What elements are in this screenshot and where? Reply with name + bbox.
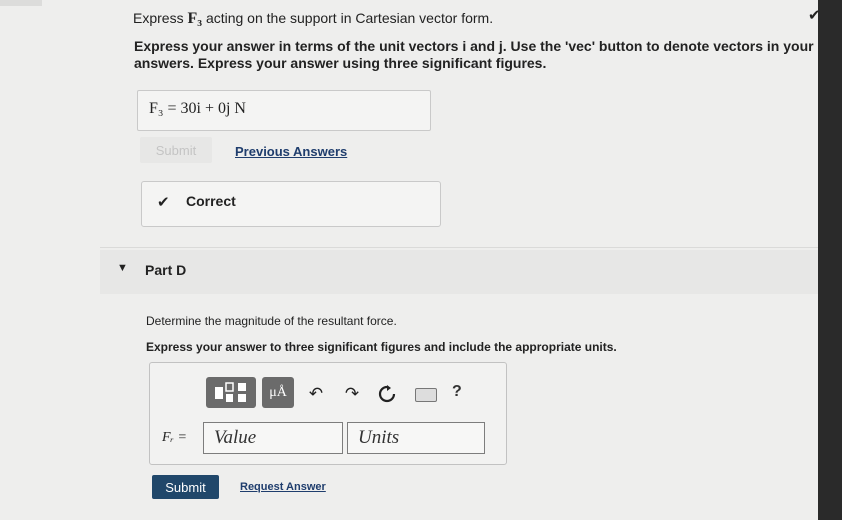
top-strip (0, 0, 42, 6)
part-complete-check-icon: ✔ (808, 7, 821, 24)
reset-icon[interactable] (377, 384, 397, 404)
section-divider (100, 247, 818, 248)
checkmark-icon: ✔ (157, 194, 170, 211)
value-input[interactable] (203, 422, 343, 454)
part-d-instruction: Express your answer to three significant… (146, 340, 617, 354)
undo-icon[interactable]: ↶ (306, 384, 326, 404)
reset-arrow-svg (378, 385, 396, 403)
correct-label: Correct (186, 193, 236, 209)
templates-button[interactable] (206, 377, 256, 408)
part-d-header[interactable] (100, 250, 818, 294)
keyboard-icon[interactable] (415, 388, 437, 402)
collapse-caret-icon[interactable]: ▼ (117, 262, 128, 274)
screen-edge (818, 0, 842, 520)
redo-icon[interactable]: ↷ (342, 384, 362, 404)
help-button[interactable]: ? (452, 383, 462, 401)
request-answer-link[interactable]: Request Answer (240, 481, 326, 493)
previous-answers-link[interactable]: Previous Answers (235, 144, 347, 159)
part-d-submit-button[interactable]: Submit (152, 475, 219, 499)
part-c-instruction: Express your answer in terms of the unit… (134, 38, 814, 71)
correct-feedback: ✔ Correct (141, 181, 441, 227)
part-c-submit-button[interactable]: Submit (140, 137, 212, 163)
part-d-question: Determine the magnitude of the resultant… (146, 314, 397, 328)
resultant-force-label: Fᵣ = (162, 430, 187, 445)
units-symbol-button[interactable]: μÅ (262, 377, 294, 408)
templates-icon (215, 381, 246, 402)
submitted-answer: F₃ = 30i + 0j N (149, 100, 246, 117)
part-d-title: Part D (145, 262, 187, 278)
submitted-answer-box: F₃ = 30i + 0j N (137, 90, 431, 131)
force-symbol: F₃ (187, 10, 203, 27)
part-c-question: Express F₃ acting on the support in Cart… (133, 10, 494, 27)
units-input[interactable] (347, 422, 485, 454)
